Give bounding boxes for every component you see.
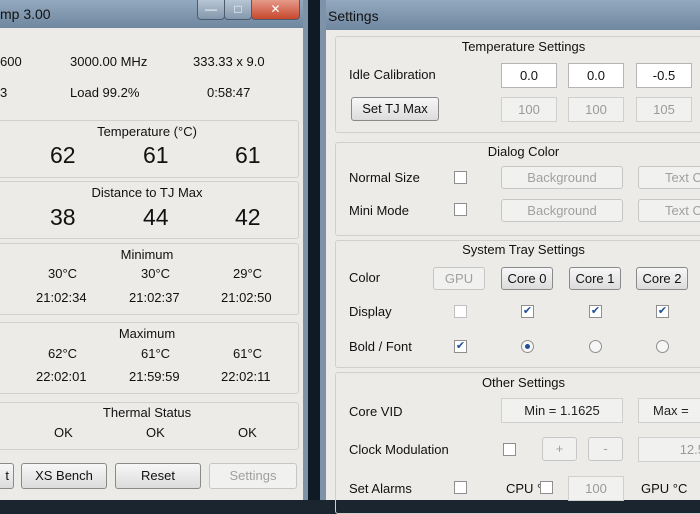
- temp-core-2: 61: [235, 142, 261, 168]
- tray-color-core2-button[interactable]: Core 2: [636, 267, 688, 290]
- min-time-core-0: 21:02:34: [36, 290, 87, 305]
- font-radio-core2[interactable]: [656, 340, 669, 353]
- min-time-core-2: 21:02:50: [221, 290, 272, 305]
- tray-color-gpu-button[interactable]: GPU: [433, 267, 485, 290]
- temperature-title: Temperature (°C): [97, 124, 197, 139]
- xs-bench-button[interactable]: XS Bench: [21, 463, 107, 489]
- mini-background-button[interactable]: Background: [501, 199, 623, 222]
- dialog-color-title: Dialog Color: [487, 144, 560, 159]
- mini-mode-label: Mini Mode: [349, 203, 409, 218]
- test-button[interactable]: t: [0, 463, 14, 489]
- set-alarms-checkbox[interactable]: [454, 481, 467, 494]
- info-load: Load 99.2%: [70, 85, 140, 100]
- tray-bold-font-label: Bold / Font: [349, 339, 412, 354]
- maximize-button[interactable]: □: [224, 0, 252, 20]
- temperature-settings-title: Temperature Settings: [461, 39, 586, 54]
- min-temp-core-2: 29°C: [233, 266, 263, 281]
- reset-button[interactable]: Reset: [115, 463, 201, 489]
- thermal-core-0: OK: [54, 425, 73, 440]
- font-radio-core1[interactable]: [589, 340, 602, 353]
- main-window: mp 3.00 — □ ✕ 600 3000.00 MHz 333.33 x 9…: [0, 0, 308, 500]
- idle-calibration-label: Idle Calibration: [349, 67, 436, 82]
- max-temp-core-2: 61°C: [233, 346, 263, 361]
- set-tj-max-button[interactable]: Set TJ Max: [351, 97, 439, 121]
- mini-mode-checkbox[interactable]: [454, 203, 467, 216]
- tray-color-label: Color: [349, 270, 381, 285]
- clock-modulation-value[interactable]: 12.5: [638, 437, 700, 462]
- cpu-alarm-checkbox[interactable]: [540, 481, 553, 494]
- distance-core-1: 44: [143, 204, 169, 230]
- info-uptime: 0:58:47: [207, 85, 251, 100]
- tray-color-core1-button[interactable]: Core 1: [569, 267, 621, 290]
- distance-title: Distance to TJ Max: [91, 185, 203, 200]
- tj-max-input-1[interactable]: 100: [568, 97, 624, 122]
- max-temp-core-0: 62°C: [48, 346, 78, 361]
- settings-window: Settings Temperature Settings Idle Calib…: [320, 0, 700, 514]
- idle-calibration-input-1[interactable]: 0.0: [568, 63, 624, 88]
- thermal-title: Thermal Status: [102, 405, 192, 420]
- cpu-alarm-value[interactable]: 100: [568, 476, 624, 501]
- max-temp-core-1: 61°C: [141, 346, 171, 361]
- core-vid-min-field: Min = 1.1625: [501, 398, 623, 423]
- info-frequency: 3000.00 MHz: [70, 54, 148, 69]
- tj-max-input-0[interactable]: 100: [501, 97, 557, 122]
- idle-calibration-input-0[interactable]: 0.0: [501, 63, 557, 88]
- maximum-title: Maximum: [118, 326, 176, 341]
- min-temp-core-1: 30°C: [141, 266, 171, 281]
- display-gpu-checkbox[interactable]: [454, 305, 467, 318]
- tray-color-core0-button[interactable]: Core 0: [501, 267, 553, 290]
- main-titlebar[interactable]: mp 3.00 — □ ✕: [0, 0, 308, 28]
- normal-size-label: Normal Size: [349, 170, 420, 185]
- settings-titlebar[interactable]: Settings: [320, 0, 700, 30]
- temp-core-0: 62: [50, 142, 76, 168]
- display-core1-checkbox[interactable]: ✔: [589, 305, 602, 318]
- distance-core-2: 42: [235, 204, 261, 230]
- info-model: 600: [0, 54, 22, 69]
- temp-core-1: 61: [143, 142, 169, 168]
- close-button[interactable]: ✕: [251, 0, 300, 20]
- tray-display-label: Display: [349, 304, 392, 319]
- bold-font-checkbox[interactable]: ✔: [454, 340, 467, 353]
- minimize-button[interactable]: —: [197, 0, 225, 20]
- desktop-gap: [308, 0, 320, 500]
- font-radio-core0[interactable]: [521, 340, 534, 353]
- set-alarms-label: Set Alarms: [349, 481, 412, 496]
- system-tray-title: System Tray Settings: [462, 242, 585, 257]
- min-time-core-1: 21:02:37: [129, 290, 180, 305]
- min-temp-core-0: 30°C: [48, 266, 78, 281]
- other-settings-title: Other Settings: [481, 375, 566, 390]
- info-cores: 3: [0, 85, 8, 100]
- distance-core-0: 38: [50, 204, 76, 230]
- clock-minus-button[interactable]: -: [588, 437, 623, 461]
- clock-modulation-label: Clock Modulation: [349, 442, 449, 457]
- core-vid-label: Core VID: [349, 404, 403, 419]
- max-time-core-1: 21:59:59: [129, 369, 180, 384]
- minimum-title: Minimum: [120, 247, 174, 262]
- max-time-core-2: 22:02:11: [221, 369, 271, 384]
- main-window-title: mp 3.00: [0, 6, 51, 22]
- settings-button[interactable]: Settings: [209, 463, 297, 489]
- normal-background-button[interactable]: Background: [501, 166, 623, 189]
- thermal-core-1: OK: [146, 425, 165, 440]
- idle-calibration-input-2[interactable]: -0.5: [636, 63, 692, 88]
- mini-text-color-button[interactable]: Text C: [638, 199, 700, 222]
- normal-size-checkbox[interactable]: [454, 171, 467, 184]
- max-time-core-0: 22:02:01: [36, 369, 87, 384]
- clock-modulation-checkbox[interactable]: [503, 443, 516, 456]
- thermal-core-2: OK: [238, 425, 257, 440]
- display-core2-checkbox[interactable]: ✔: [656, 305, 669, 318]
- clock-plus-button[interactable]: +: [542, 437, 577, 461]
- settings-window-title: Settings: [328, 8, 379, 24]
- display-core0-checkbox[interactable]: ✔: [521, 305, 534, 318]
- gpu-alarm-label: GPU °C: [641, 481, 688, 496]
- normal-text-color-button[interactable]: Text C: [638, 166, 700, 189]
- core-vid-max-field: Max =: [638, 398, 700, 423]
- info-multiplier: 333.33 x 9.0: [193, 54, 265, 69]
- settings-border-left: [320, 0, 326, 500]
- tj-max-input-2[interactable]: 105: [636, 97, 692, 122]
